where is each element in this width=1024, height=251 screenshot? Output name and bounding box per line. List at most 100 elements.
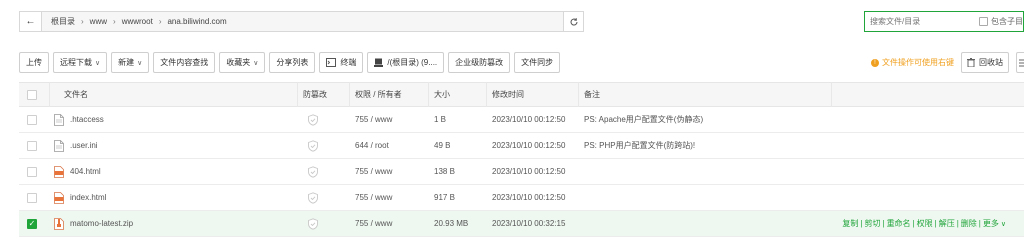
tamper-protect-label: 企业级防篡改: [455, 58, 504, 67]
size-cell: 20.93 MB: [434, 219, 469, 228]
upload-button-label: 上传: [26, 58, 42, 67]
favorites-button[interactable]: 收藏夹 ∨: [219, 52, 266, 73]
row-check-cell: [19, 185, 50, 211]
breadcrumb-separator: ›: [158, 17, 162, 26]
table-row[interactable]: ✓ matomo-latest.zip 755 / www 20.93 MB 2…: [19, 211, 1024, 237]
table-row[interactable]: .htaccess 755 / www 1 B 2023/10/10 00:12…: [19, 107, 1024, 133]
disk-icon: [374, 58, 384, 67]
note-cell[interactable]: [579, 185, 832, 211]
size-cell: 49 B: [434, 141, 451, 150]
row-op-1[interactable]: 剪切: [864, 218, 880, 229]
file-name-cell[interactable]: matomo-latest.zip: [50, 211, 298, 237]
row-checkbox[interactable]: [27, 192, 37, 203]
row-op-3[interactable]: 权限: [917, 218, 933, 229]
row-check-cell: ✓: [19, 211, 50, 237]
perm-cell[interactable]: 755 / www: [350, 159, 429, 185]
table-row[interactable]: 404.html 755 / www 138 B 2023/10/10 00:1…: [19, 159, 1024, 185]
row-ops: 复制 | 剪切 | 重命名 | 权限 | 解压 | 删除 | 更多 ∨: [832, 211, 1024, 237]
file-name-cell[interactable]: .user.ini: [50, 133, 298, 159]
table-row[interactable]: .user.ini 644 / root 49 B 2023/10/10 00:…: [19, 133, 1024, 159]
file-name[interactable]: 404.html: [70, 167, 101, 176]
favorites-label: 收藏夹: [226, 58, 251, 67]
chevron-down-icon: ∨: [253, 59, 259, 67]
share-list-button[interactable]: 分享列表: [269, 52, 316, 73]
chevron-down-icon: ∨: [1000, 220, 1006, 228]
html-file-icon: [54, 165, 64, 178]
table-row[interactable]: index.html 755 / www 917 B 2023/10/10 00…: [19, 185, 1024, 211]
file-name-cell[interactable]: .htaccess: [50, 107, 298, 133]
perm-cell[interactable]: 755 / www: [350, 211, 429, 237]
breadcrumb-site[interactable]: ana.biliwind.com: [164, 17, 229, 26]
header-mtime[interactable]: 修改时间: [487, 82, 579, 107]
row-op-6[interactable]: 更多: [983, 218, 999, 229]
row-checkbox[interactable]: [27, 114, 37, 125]
breadcrumb: 根目录 › www › wwwroot › ana.biliwind.com: [42, 12, 563, 31]
terminal-button[interactable]: 终端: [319, 52, 364, 73]
list-icon: [1019, 59, 1024, 66]
select-all-cell: [19, 82, 50, 107]
perm-cell[interactable]: 755 / www: [350, 107, 429, 133]
trash-icon: [967, 58, 975, 67]
file-name[interactable]: .user.ini: [70, 141, 98, 150]
breadcrumb-www[interactable]: www: [87, 17, 110, 26]
note-cell[interactable]: PS: Apache用户配置文件(伪静态): [579, 107, 832, 133]
select-all-checkbox[interactable]: [27, 89, 37, 100]
mtime-cell: 2023/10/10 00:12:50: [492, 193, 566, 202]
mtime-cell: 2023/10/10 00:12:50: [492, 167, 566, 176]
search-input[interactable]: [865, 17, 975, 26]
view-toggle-button[interactable]: [1016, 52, 1024, 73]
shield-icon[interactable]: [307, 113, 319, 126]
row-op-0[interactable]: 复制: [842, 218, 858, 229]
new-button[interactable]: 新建 ∨: [111, 52, 150, 73]
breadcrumb-separator: ›: [81, 17, 84, 26]
row-checkbox[interactable]: [27, 140, 37, 151]
table-body: .htaccess 755 / www 1 B 2023/10/10 00:12…: [19, 107, 1024, 237]
breadcrumb-wwwroot[interactable]: wwwroot: [119, 17, 156, 26]
row-op-4[interactable]: 解压: [939, 218, 955, 229]
tamper-protect-button[interactable]: 企业级防篡改: [448, 52, 511, 73]
disk-button[interactable]: /(根目录) (9....: [367, 52, 445, 73]
info-icon: !: [871, 58, 879, 67]
note-cell[interactable]: PS: PHP用户配置文件(防跨站)!: [579, 133, 832, 159]
file-name-cell[interactable]: 404.html: [50, 159, 298, 185]
file-name-cell[interactable]: index.html: [50, 185, 298, 211]
breadcrumb-root[interactable]: 根目录: [48, 16, 78, 27]
recycle-bin-button[interactable]: 回收站: [961, 52, 1009, 73]
perm-cell[interactable]: 755 / www: [350, 185, 429, 211]
mtime-cell: 2023/10/10 00:32:15: [492, 219, 566, 228]
note-cell[interactable]: [579, 211, 832, 237]
header-permission[interactable]: 权限 / 所有者: [350, 82, 429, 107]
breadcrumb-separator: ›: [113, 17, 116, 26]
search-box: 包含子目: [864, 11, 1024, 32]
file-sync-button[interactable]: 文件同步: [514, 52, 561, 73]
shield-icon[interactable]: [307, 217, 319, 230]
upload-button[interactable]: 上传: [19, 52, 49, 73]
file-name[interactable]: .htaccess: [70, 115, 104, 124]
include-subdir-checkbox[interactable]: [979, 17, 988, 26]
row-checkbox[interactable]: [27, 166, 37, 177]
header-filename[interactable]: 文件名: [50, 82, 298, 107]
header-size[interactable]: 大小: [429, 82, 487, 107]
shield-icon[interactable]: [307, 139, 319, 152]
refresh-icon: [570, 17, 578, 25]
row-checkbox[interactable]: ✓: [27, 218, 37, 229]
file-name[interactable]: index.html: [70, 193, 106, 202]
shield-icon[interactable]: [307, 165, 319, 178]
protect-cell: [298, 107, 350, 133]
html-file-icon: [54, 191, 64, 204]
shield-icon[interactable]: [307, 191, 319, 204]
back-button[interactable]: ←: [20, 12, 42, 31]
row-op-5[interactable]: 删除: [961, 218, 977, 229]
note-cell[interactable]: [579, 159, 832, 185]
refresh-button[interactable]: [563, 12, 583, 31]
include-subdir-toggle[interactable]: 包含子目: [975, 16, 1023, 27]
tip-text: 文件操作可使用右键: [882, 58, 954, 67]
file-name[interactable]: matomo-latest.zip: [70, 219, 133, 228]
content-search-button[interactable]: 文件内容查找: [153, 52, 216, 73]
remote-download-button[interactable]: 远程下载 ∨: [53, 52, 108, 73]
row-op-2[interactable]: 重命名: [887, 218, 911, 229]
include-subdir-label: 包含子目: [991, 17, 1023, 26]
perm-cell[interactable]: 644 / root: [350, 133, 429, 159]
chevron-down-icon: ∨: [137, 59, 143, 67]
right-click-tip: ! 文件操作可使用右键: [871, 57, 954, 68]
